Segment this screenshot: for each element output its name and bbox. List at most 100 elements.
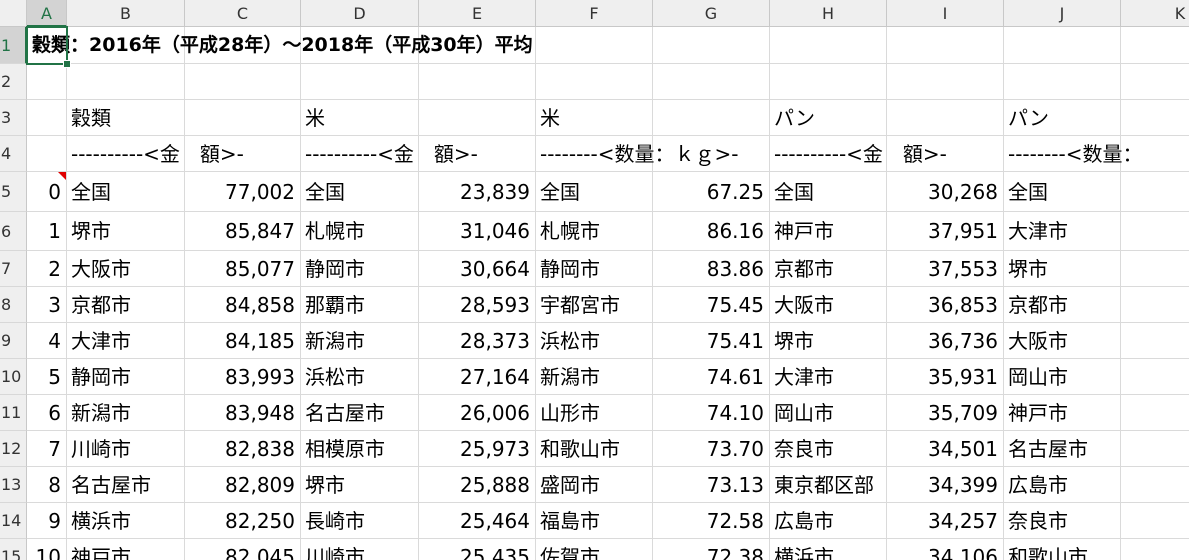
city-cell[interactable]: 新潟市 [67,395,185,431]
column-header-C[interactable]: C [185,0,301,27]
city-cell[interactable]: 札幌市 [301,212,419,251]
unit-header-cell[interactable]: ----------<金 額>- [67,136,301,172]
city-cell[interactable]: 那覇市 [301,287,419,323]
rank-cell[interactable]: 1 [27,212,67,251]
city-cell[interactable]: 全国 [67,172,185,212]
value-cell[interactable]: 34,501 [887,431,1004,467]
city-cell[interactable]: 川崎市 [67,431,185,467]
value-cell[interactable]: 83,948 [185,395,301,431]
value-cell[interactable]: 51,4 [1121,467,1189,503]
value-cell[interactable]: 28,373 [419,323,536,359]
column-header-I[interactable]: I [887,0,1004,27]
city-cell[interactable]: 名古屋市 [67,467,185,503]
city-cell[interactable]: 岡山市 [1004,359,1121,395]
row-header-10[interactable]: 10 [0,359,27,395]
value-cell[interactable]: 28,593 [419,287,536,323]
rank-cell[interactable]: 3 [27,287,67,323]
column-header-K[interactable]: K [1121,0,1189,27]
row-header-9[interactable]: 9 [0,323,27,359]
city-cell[interactable]: 京都市 [1004,287,1121,323]
city-cell[interactable]: 奈良市 [1004,503,1121,539]
value-cell[interactable]: 83.86 [653,251,770,287]
city-cell[interactable]: 横浜市 [67,503,185,539]
value-cell[interactable]: 23,839 [419,172,536,212]
rank-cell[interactable]: 7 [27,431,67,467]
value-cell[interactable]: 72.38 [653,539,770,560]
city-cell[interactable]: 神戸市 [67,539,185,560]
value-cell[interactable]: 25,435 [419,539,536,560]
value-cell[interactable]: 34,399 [887,467,1004,503]
city-cell[interactable]: 奈良市 [770,431,887,467]
city-cell[interactable]: 堺市 [770,323,887,359]
column-header-E[interactable]: E [419,0,536,27]
rank-cell[interactable]: 10 [27,539,67,560]
spreadsheet-grid[interactable]: A B C D E F G H I J K 1 2 3 4 5 6 7 8 9 10 11 12 13 14 15 穀類：2016年… [0,0,1189,560]
value-cell[interactable]: 36,853 [887,287,1004,323]
value-cell[interactable]: 53,9 [1121,359,1189,395]
row-header-8[interactable]: 8 [0,287,27,323]
value-cell[interactable]: 25,888 [419,467,536,503]
category-header-cell[interactable]: 米 [301,100,419,136]
row-header-2[interactable]: 2 [0,64,27,100]
value-cell[interactable]: 51,5 [1121,431,1189,467]
category-header-cell[interactable]: 穀類 [67,100,185,136]
value-cell[interactable]: 44,8 [1121,172,1189,212]
value-cell[interactable]: 30,664 [419,251,536,287]
city-cell[interactable]: 長崎市 [301,503,419,539]
column-header-J[interactable]: J [1004,0,1121,27]
sheet-title-cell[interactable]: 穀類：2016年（平成28年）～2018年（平成30年）平均 [27,27,727,64]
value-cell[interactable]: 34,106 [887,539,1004,560]
rank-cell[interactable]: 2 [27,251,67,287]
city-cell[interactable]: 札幌市 [536,212,653,251]
value-cell[interactable]: 67.25 [653,172,770,212]
city-cell[interactable]: 川崎市 [301,539,419,560]
city-cell[interactable]: 山形市 [536,395,653,431]
city-cell[interactable]: 浜松市 [536,323,653,359]
city-cell[interactable]: 名古屋市 [1004,431,1121,467]
value-cell[interactable]: 84,858 [185,287,301,323]
value-cell[interactable]: 83,993 [185,359,301,395]
row-header-12[interactable]: 12 [0,431,27,467]
city-cell[interactable]: 堺市 [1004,251,1121,287]
row-header-3[interactable]: 3 [0,100,27,136]
category-header-cell[interactable]: パン [1004,100,1121,136]
city-cell[interactable]: 横浜市 [770,539,887,560]
value-cell[interactable]: 53,0 [1121,395,1189,431]
unit-header-cell[interactable]: --------<数量：ｋｇ>- [536,136,770,172]
row-header-5[interactable]: 5 [0,172,27,212]
value-cell[interactable]: 49,1 [1121,539,1189,560]
city-cell[interactable]: 新潟市 [536,359,653,395]
row-header-15[interactable]: 15 [0,539,27,560]
city-cell[interactable]: 全国 [301,172,419,212]
value-cell[interactable]: 82,045 [185,539,301,560]
city-cell[interactable]: 大津市 [770,359,887,395]
city-cell[interactable]: 大阪市 [770,287,887,323]
value-cell[interactable]: 27,164 [419,359,536,395]
city-cell[interactable]: 広島市 [1004,467,1121,503]
city-cell[interactable]: 京都市 [67,287,185,323]
city-cell[interactable]: 福島市 [536,503,653,539]
row-header-1[interactable]: 1 [0,27,27,64]
city-cell[interactable]: 相模原市 [301,431,419,467]
row-header-14[interactable]: 14 [0,503,27,539]
value-cell[interactable]: 73.70 [653,431,770,467]
city-cell[interactable]: 新潟市 [301,323,419,359]
value-cell[interactable]: 82,809 [185,467,301,503]
city-cell[interactable]: 宇都宮市 [536,287,653,323]
value-cell[interactable]: 25,464 [419,503,536,539]
unit-header-cell[interactable]: ----------<金 額>- [770,136,1004,172]
city-cell[interactable]: 堺市 [67,212,185,251]
city-cell[interactable]: 浜松市 [301,359,419,395]
city-cell[interactable]: 全国 [770,172,887,212]
rank-cell[interactable]: 4 [27,323,67,359]
column-header-F[interactable]: F [536,0,653,27]
value-cell[interactable]: 55,5 [1121,287,1189,323]
city-cell[interactable]: 岡山市 [770,395,887,431]
rank-cell[interactable]: 5 [27,359,67,395]
unit-header-cell[interactable]: ----------<金 額>- [301,136,536,172]
column-header-A[interactable]: A [27,0,67,27]
value-cell[interactable]: 77,002 [185,172,301,212]
value-cell[interactable]: 75.45 [653,287,770,323]
city-cell[interactable]: 和歌山市 [536,431,653,467]
rank-cell[interactable]: 6 [27,395,67,431]
